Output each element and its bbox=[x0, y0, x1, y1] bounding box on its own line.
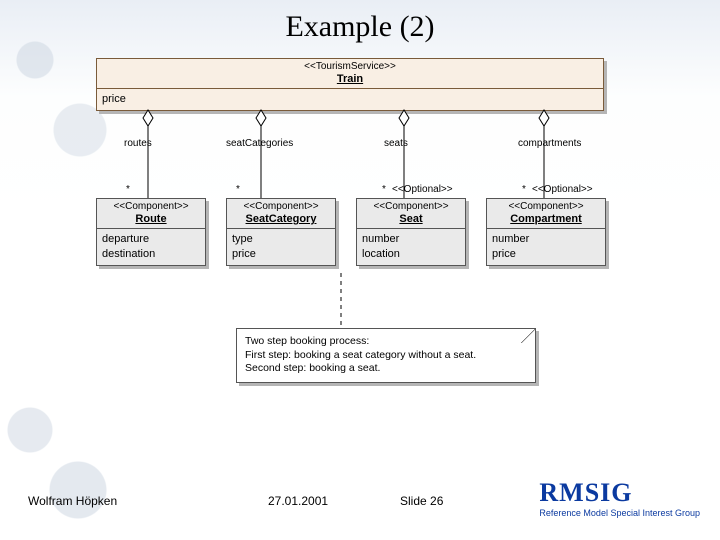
uml-class-compartment: <<Component>>Compartment numberprice bbox=[486, 198, 606, 266]
class-name: Compartment bbox=[491, 213, 601, 226]
footer-author: Wolfram Höpken bbox=[28, 494, 117, 508]
role-label: seatCategories bbox=[226, 138, 293, 149]
footer-date: 27.01.2001 bbox=[268, 494, 328, 508]
brand-subtitle: Reference Model Special Interest Group bbox=[539, 508, 700, 518]
constraint-label: <<Optional>> bbox=[392, 184, 453, 195]
class-name: Seat bbox=[361, 213, 461, 226]
class-name: Route bbox=[101, 213, 201, 226]
note-line: First step: booking a seat category with… bbox=[245, 349, 527, 363]
role-label: seats bbox=[384, 138, 408, 149]
mult-label: * bbox=[236, 184, 240, 195]
uml-class-seatcategory: <<Component>>SeatCategory typeprice bbox=[226, 198, 336, 266]
role-label: routes bbox=[124, 138, 152, 149]
footer-brand: RMSIG Reference Model Special Interest G… bbox=[539, 478, 700, 518]
mult-label: * bbox=[382, 184, 386, 195]
role-label: compartments bbox=[518, 138, 581, 149]
note-line: Two step booking process: bbox=[245, 335, 527, 349]
uml-class-seat: <<Component>>Seat numberlocation bbox=[356, 198, 466, 266]
class-name: SeatCategory bbox=[231, 213, 331, 226]
attr: price bbox=[102, 92, 598, 107]
mult-label: * bbox=[522, 184, 526, 195]
stereotype: <<Component>> bbox=[361, 201, 461, 213]
footer: Wolfram Höpken 27.01.2001 Slide 26 RMSIG… bbox=[0, 484, 720, 530]
attr: type bbox=[232, 232, 330, 247]
slide: Example (2) <<TourismService>> Train pri… bbox=[0, 0, 720, 540]
stereotype: <<Component>> bbox=[101, 201, 201, 213]
stereotype: <<Component>> bbox=[231, 201, 331, 213]
brand-name: RMSIG bbox=[539, 478, 700, 508]
uml-diagram: <<TourismService>> Train price routes * … bbox=[86, 58, 634, 428]
attr: number bbox=[362, 232, 460, 247]
stereotype: <<Component>> bbox=[491, 201, 601, 213]
attr: number bbox=[492, 232, 600, 247]
page-title: Example (2) bbox=[0, 10, 720, 44]
attr: location bbox=[362, 247, 460, 262]
note-line: Second step: booking a seat. bbox=[245, 362, 527, 376]
attr: price bbox=[492, 247, 600, 262]
uml-class-route: <<Component>>Route departuredestination bbox=[96, 198, 206, 266]
uml-note: Two step booking process: First step: bo… bbox=[236, 328, 536, 383]
stereotype: <<TourismService>> bbox=[101, 61, 599, 73]
class-name: Train bbox=[101, 73, 599, 86]
uml-class-train: <<TourismService>> Train price bbox=[96, 58, 604, 111]
footer-slide-number: Slide 26 bbox=[400, 494, 443, 508]
attr: departure bbox=[102, 232, 200, 247]
note-fold-icon bbox=[521, 329, 535, 343]
attr: price bbox=[232, 247, 330, 262]
attr: destination bbox=[102, 247, 200, 262]
mult-label: * bbox=[126, 184, 130, 195]
constraint-label: <<Optional>> bbox=[532, 184, 593, 195]
